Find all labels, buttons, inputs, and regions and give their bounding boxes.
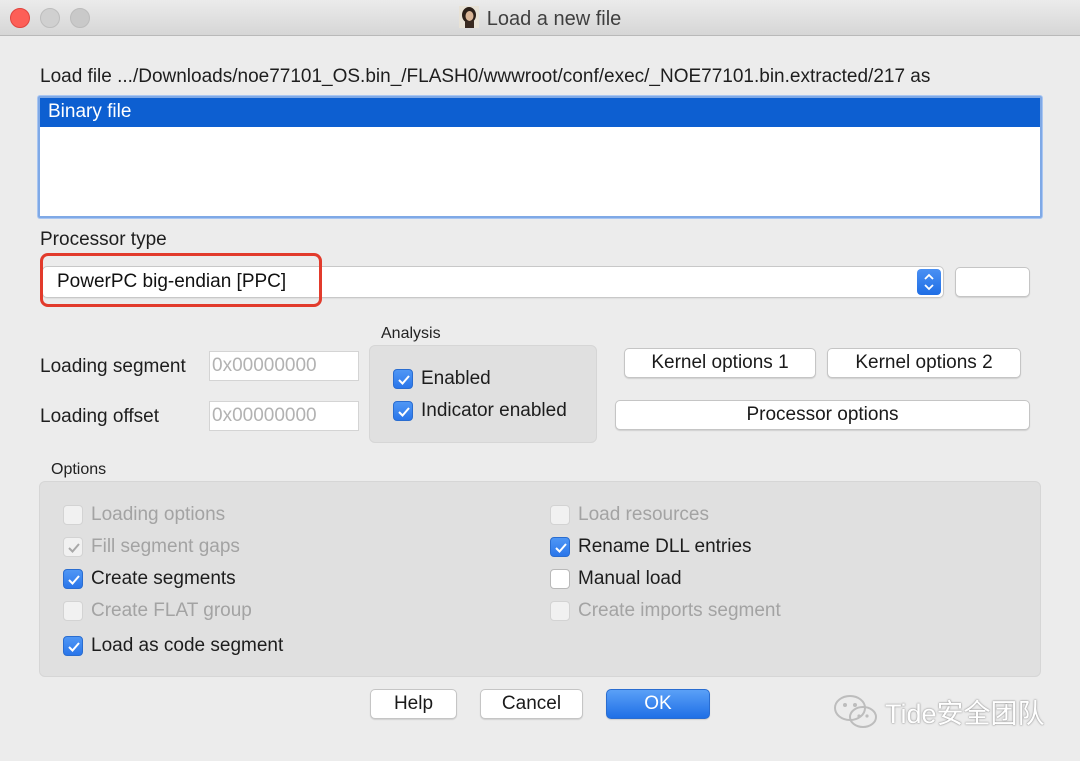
analysis-group-title: Analysis [381, 325, 441, 342]
cancel-button[interactable]: Cancel [480, 689, 583, 719]
checkbox-unchecked-icon [63, 601, 83, 621]
checkbox-checked-icon [550, 537, 570, 557]
loading-offset-field[interactable] [209, 401, 359, 431]
checkbox-checked-icon [63, 537, 83, 557]
analysis-enabled-label: Enabled [421, 368, 491, 389]
option-manual-load[interactable]: Manual load [550, 568, 682, 590]
list-item-binary-file[interactable]: Binary file [40, 98, 1040, 127]
ok-button[interactable]: OK [606, 689, 710, 719]
loading-segment-label: Loading segment [40, 356, 186, 377]
checkbox-unchecked-icon [63, 505, 83, 525]
analysis-enabled-checkbox[interactable]: Enabled [393, 368, 491, 390]
checkbox-checked-icon [393, 401, 413, 421]
option-fill-segment-gaps[interactable]: Fill segment gaps [63, 536, 240, 558]
ida-portrait-icon [458, 6, 479, 28]
watermark: Tide安全团队 [833, 692, 1045, 731]
window-title: Load a new file [486, 8, 622, 30]
option-create-segments[interactable]: Create segments [63, 568, 236, 590]
title-bar: Load a new file [0, 0, 1080, 36]
checkbox-unchecked-icon [550, 569, 570, 589]
processor-highlight-box [40, 253, 322, 307]
load-file-label: Load file .../Downloads/noe77101_OS.bin_… [40, 66, 931, 87]
option-create-imports-segment[interactable]: Create imports segment [550, 600, 781, 622]
option-create-flat-group[interactable]: Create FLAT group [63, 600, 252, 622]
kernel-options-2-button[interactable]: Kernel options 2 [827, 348, 1021, 378]
checkbox-unchecked-icon [550, 505, 570, 525]
checkbox-checked-icon [393, 369, 413, 389]
processor-options-button[interactable]: Processor options [615, 400, 1030, 430]
option-loading-options[interactable]: Loading options [63, 504, 225, 526]
options-group-title: Options [51, 461, 107, 478]
chevron-updown-icon[interactable] [917, 269, 941, 295]
indicator-enabled-label: Indicator enabled [421, 400, 567, 421]
option-rename-dll-entries[interactable]: Rename DLL entries [550, 536, 752, 558]
checkbox-unchecked-icon [550, 601, 570, 621]
analysis-group [369, 345, 597, 443]
processor-type-label: Processor type [40, 229, 167, 250]
wechat-icon [834, 694, 877, 728]
watermark-text: Tide安全团队 [885, 699, 1045, 729]
set-button[interactable] [955, 267, 1030, 297]
checkbox-checked-icon [63, 569, 83, 589]
kernel-options-1-button[interactable]: Kernel options 1 [624, 348, 816, 378]
checkbox-checked-icon [63, 636, 83, 656]
window-title-group: Load a new file [0, 6, 1080, 31]
loading-offset-label: Loading offset [40, 406, 160, 427]
file-type-list[interactable]: Binary file [38, 96, 1042, 218]
option-load-as-code-segment[interactable]: Load as code segment [63, 635, 283, 657]
loading-segment-field[interactable] [209, 351, 359, 381]
option-load-resources[interactable]: Load resources [550, 504, 709, 526]
help-button[interactable]: Help [370, 689, 457, 719]
indicator-enabled-checkbox[interactable]: Indicator enabled [393, 400, 567, 422]
